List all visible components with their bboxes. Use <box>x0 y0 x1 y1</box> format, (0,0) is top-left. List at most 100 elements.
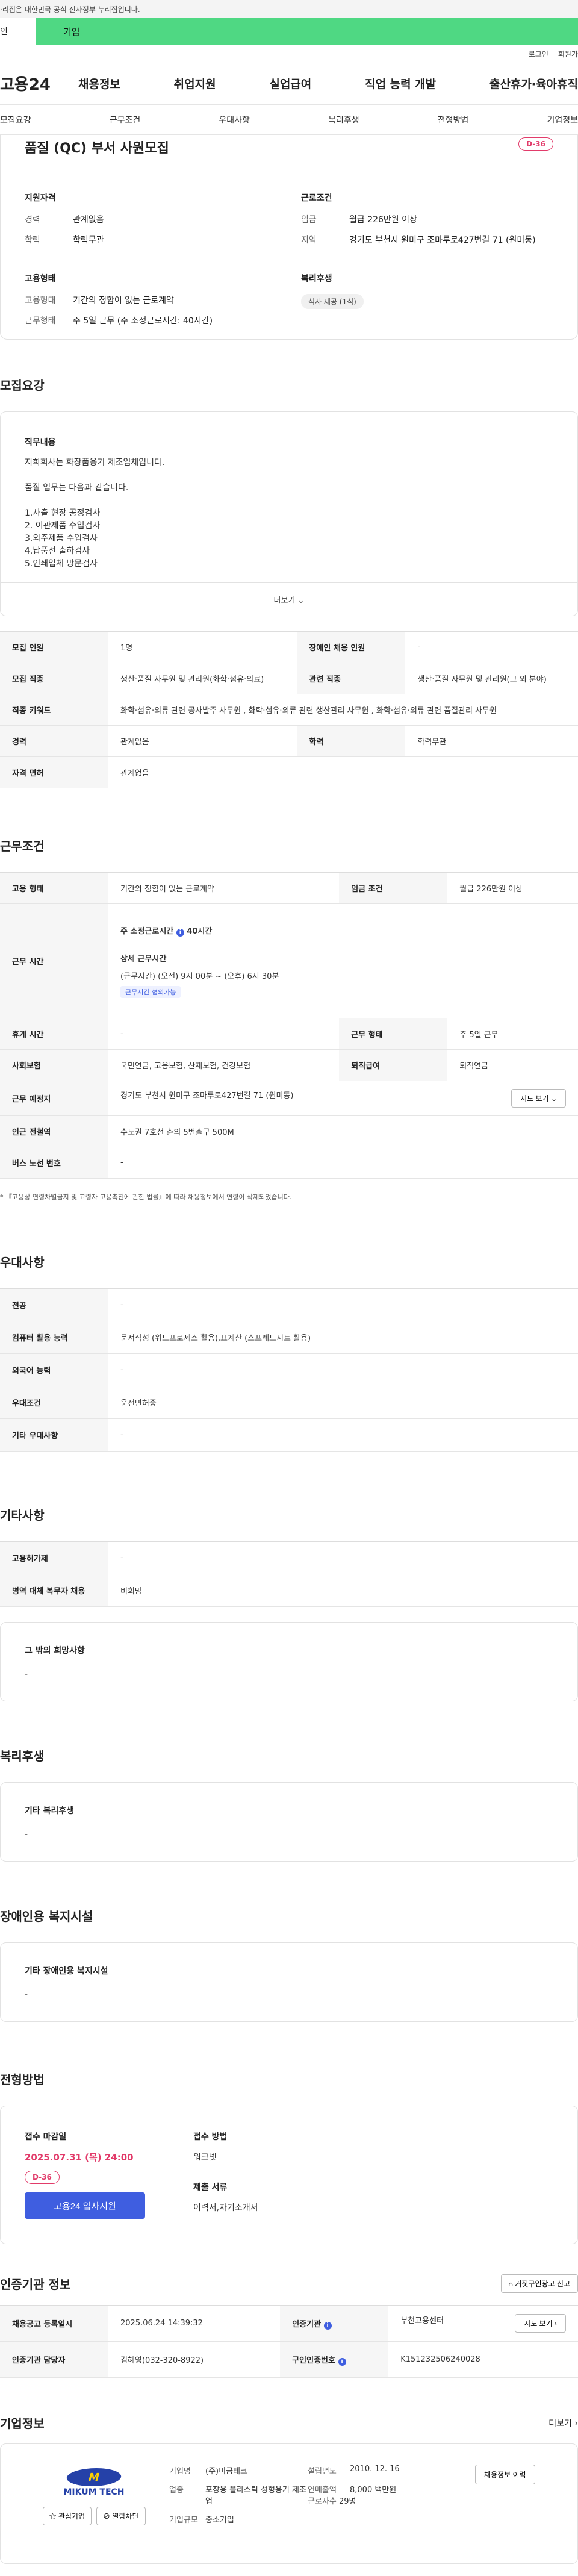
table-row: 모집 인원 1명 장애인 채용 인원 - <box>0 631 578 663</box>
conditions-block: 근로조건 임금 월급 226만원 이상 지역 경기도 부천시 원미구 조마루로427… <box>301 192 553 254</box>
gnb-item-training[interactable]: 직업 능력 개발 <box>365 75 436 92</box>
company-more-link[interactable]: 더보기 › <box>548 2417 578 2429</box>
table-row: 휴게 시간 - 근무 형태 주 5일 근무 <box>0 1018 578 1050</box>
cell-value: 수도권 7호선 춘의 5번출구 500M <box>108 1115 578 1147</box>
cell-label: 퇴직급여 <box>339 1049 448 1081</box>
report-label: 거짓구인광고 신고 <box>515 2280 570 2288</box>
join-link[interactable]: 회원가 <box>558 49 578 59</box>
emp-value: 기간의 정함이 없는 근로계약 <box>73 296 174 305</box>
cell-value: 월급 226만원 이상 <box>447 872 578 904</box>
subnav-prefer[interactable]: 우대사항 <box>219 114 250 126</box>
hope-heading: 그 밖의 희망사항 <box>25 1646 85 1656</box>
company-value: 8,000 백만원 근로자수 29명 <box>308 2483 440 2506</box>
cell-value: 국민연금, 고용보험, 산재보험, 건강보험 <box>108 1049 340 1081</box>
company-label: 근로자수 <box>308 2497 337 2506</box>
gnb-item-leave[interactable]: 출산휴가·육아휴직 <box>489 75 578 92</box>
cell-label: 근무 예정지 <box>0 1081 108 1116</box>
cell-label: 관련 직종 <box>297 663 406 694</box>
etc-section-title: 기타사항 <box>0 1508 45 1523</box>
company-value: 중소기업 <box>205 2516 234 2525</box>
cell-label: 모집 직종 <box>0 663 108 694</box>
age-note: * 『고용상 연령차별금지 및 고령자 고용촉진에 관한 법률』에 따라 채용정… <box>0 1193 292 1201</box>
company-logo-name: MIKUM TECH <box>63 2487 125 2497</box>
emp-value: 주 5일 근무 (주 소정근로시간: 40시간) <box>73 316 213 326</box>
prefer-section-title: 우대사항 <box>0 1255 45 1270</box>
subnav-benefits[interactable]: 복리후생 <box>328 114 359 126</box>
cond-label: 지역 <box>301 235 317 245</box>
company-header: 기업정보 더보기 › <box>0 2414 578 2431</box>
util-links: 로그인 회원가 <box>0 45 578 63</box>
tab-company[interactable]: 기업 <box>36 18 578 45</box>
method-value: 워크넷 <box>193 2153 217 2162</box>
desc-line: 2. 이관제품 수입검사 <box>25 521 101 531</box>
cell-label: 장애인 채용 인원 <box>297 631 406 663</box>
emp-label: 고용형태 <box>25 296 56 305</box>
qual-value: 관계없음 <box>73 215 104 225</box>
cell-label: 인근 전철역 <box>0 1115 108 1147</box>
cond-label: 임금 <box>301 215 317 225</box>
info-icon[interactable]: i <box>338 2357 346 2366</box>
info-icon[interactable]: i <box>176 928 184 937</box>
job-title: 품질 (QC) 부서 사원모집 <box>25 141 169 156</box>
benefits-section-title: 복리후생 <box>0 1749 45 1764</box>
prefer-table: 전공 - 컴퓨터 활용 능력 문서작성 (워드프로세스 활용),표계산 (스프레드시… <box>0 1288 578 1452</box>
qual-value: 학력무관 <box>73 235 104 245</box>
benefits-card: 기타 복리후생 - <box>0 1782 578 1862</box>
disabled-heading: 기타 장애인용 복지시설 <box>25 1966 108 1976</box>
cell-value: 부천고용센터 <box>400 2316 444 2325</box>
history-button[interactable]: 채용정보 이력 <box>475 2465 535 2484</box>
job-description-text: 저희회사는 화장품용기 제조업체입니다. 품질 업무는 다음과 같습니다. 1.… <box>25 457 553 570</box>
company-label: 기업규모 <box>169 2516 198 2525</box>
tab-person[interactable]: 인 <box>0 18 36 45</box>
cell-label: 사회보험 <box>0 1049 108 1081</box>
qualification-block: 지원자격 경력 관계없음 학력 학력무관 <box>25 192 277 254</box>
company-value: (주)미금테크 <box>205 2467 247 2476</box>
cell-label: 고용 형태 <box>0 872 108 904</box>
disabled-value: - <box>25 1990 28 2000</box>
cert-id-label: 구인인증번호 <box>292 2356 335 2365</box>
desc-line: 4.납품전 출하검사 <box>25 546 90 556</box>
subnav-process[interactable]: 전형방법 <box>438 114 469 126</box>
login-link[interactable]: 로그인 <box>529 49 548 59</box>
favorite-company-button[interactable]: ☆ 관심기업 <box>42 2507 92 2525</box>
site-logo[interactable]: 고용24 <box>0 72 78 95</box>
process-card: 접수 마감일 2025.07.31 (목) 24:00 D-36 고용24 입사… <box>0 2106 578 2244</box>
cell-value: - <box>108 1353 578 1386</box>
report-button[interactable]: ⌂ 거짓구인광고 신고 <box>500 2274 578 2293</box>
hours-detail: (근무시간) (오전) 9시 00분 ~ (오후) 6시 30분 <box>120 971 279 981</box>
method-block: 접수 방법 워크넷 제출 서류 이력서,자기소개서 <box>169 2130 258 2219</box>
cell-value: 주 5일 근무 <box>447 1018 578 1050</box>
recruit-section-title: 모집요강 <box>0 378 45 393</box>
more-button[interactable]: 더보기 ⌄ <box>1 582 577 616</box>
table-row: 고용 형태 기간의 정함이 없는 근로계약 임금 조건 월급 226만원 이상 <box>0 872 578 904</box>
gnb-item-unemployment[interactable]: 실업급여 <box>269 75 311 92</box>
benefits-heading: 기타 복리후생 <box>25 1806 75 1816</box>
company-card: M MIKUM TECH ☆ 관심기업 ⊘ 열람차단 기업명 (주)미금테크 설… <box>0 2443 578 2564</box>
map-toggle-button[interactable]: 지도 보기 ⌄ <box>511 1089 566 1108</box>
company-info-grid: 기업명 (주)미금테크 설립년도 2010. 12. 16 업종 포장용 플라스… <box>169 2465 475 2543</box>
qualification-heading: 지원자격 <box>25 193 56 203</box>
table-row: 고용허가제 - <box>0 1541 578 1574</box>
info-icon[interactable]: i <box>323 2321 332 2330</box>
subnav-work[interactable]: 근무조건 <box>110 114 141 126</box>
cert-map-button[interactable]: 지도 보기 › <box>515 2314 566 2333</box>
desc-line <box>25 494 553 507</box>
table-row: 자격 면허 관계없음 <box>0 756 578 788</box>
section-nav: 모집요강 근무조건 우대사항 복리후생 전형방법 기업정보 <box>0 105 578 135</box>
gnb-item-support[interactable]: 취업지원 <box>174 75 216 92</box>
block-company-button[interactable]: ⊘ 열람차단 <box>96 2507 146 2525</box>
cell-value: 학력무관 <box>405 725 578 757</box>
subnav-company[interactable]: 기업정보 <box>547 114 578 126</box>
cell-value: 경기도 부천시 원미구 조마루로427번길 71 (원미동) <box>120 1091 294 1100</box>
table-row: 채용공고 등록일시 2025.06.24 14:39:32 인증기관 i 부천고… <box>0 2305 578 2342</box>
apply-button[interactable]: 고용24 입사지원 <box>25 2192 145 2219</box>
disabled-section-title: 장애인용 복지시설 <box>0 1909 93 1924</box>
gnb-item-jobs[interactable]: 채용정보 <box>78 75 120 92</box>
gov-banner-text: ·리집은 대한민국 공식 전자정부 누리집입니다. <box>0 5 140 14</box>
recruit-table: 모집 인원 1명 장애인 채용 인원 - 모집 직종 생산·품질 사무원 및 관… <box>0 631 578 788</box>
cert-org-cell: 부천고용센터 지도 보기 › <box>388 2305 578 2342</box>
process-section-title: 전형방법 <box>0 2072 45 2087</box>
dday-badge: D-36 <box>25 2171 60 2184</box>
subnav-recruit[interactable]: 모집요강 <box>0 114 31 126</box>
work-place-cell: 경기도 부천시 원미구 조마루로427번길 71 (원미동) 지도 보기 ⌄ <box>108 1081 578 1116</box>
